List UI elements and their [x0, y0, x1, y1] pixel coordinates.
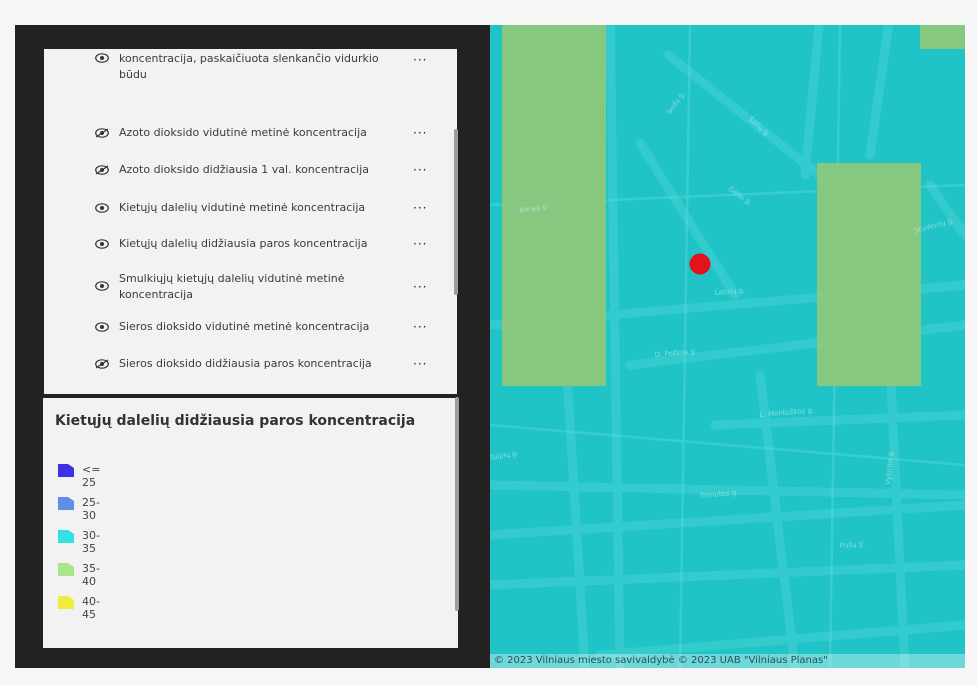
layer-list-panel: koncentracija, paskaičiuota slenkančio v…	[44, 49, 457, 394]
more-options-icon[interactable]: ···	[413, 236, 433, 252]
more-options-icon[interactable]: ···	[413, 125, 433, 141]
layer-label: Sieros dioksido vidutinė metinė koncentr…	[119, 320, 370, 333]
legend-swatch	[58, 464, 74, 477]
more-options-icon[interactable]: ···	[413, 200, 433, 216]
legend-title: Kietųjų dalelių didžiausia paros koncent…	[55, 413, 416, 429]
legend-label: 25-30	[82, 496, 100, 522]
more-options-icon[interactable]: ···	[413, 356, 433, 372]
eye-icon[interactable]	[95, 359, 109, 369]
map-attribution: © 2023 Vilniaus miesto savivaldybė © 202…	[490, 654, 965, 668]
eye-icon[interactable]	[95, 203, 109, 213]
concentration-zone	[502, 25, 606, 386]
map-canvas[interactable]: Sodų g. Gėlių g. Bėrąg g. Latvių g. D. P…	[490, 25, 965, 668]
eye-icon[interactable]	[95, 239, 109, 249]
concentration-zone	[817, 163, 921, 386]
legend-label: <= 25	[82, 463, 101, 489]
legend-swatch	[58, 596, 74, 609]
legend-swatch	[58, 497, 74, 510]
more-options-icon[interactable]: ···	[413, 319, 433, 335]
legend-panel: Kietųjų dalelių didžiausia paros koncent…	[43, 398, 458, 648]
layer-label: Azoto dioksido didžiausia 1 val. koncent…	[119, 163, 370, 176]
legend-label: 30-35	[82, 529, 100, 555]
eye-icon[interactable]	[95, 281, 109, 291]
legend-swatch	[58, 530, 74, 543]
layer-label: koncentracija, paskaičiuota slenkančio v…	[119, 52, 379, 81]
legend-scrollbar[interactable]	[455, 397, 459, 611]
more-options-icon[interactable]: ···	[413, 162, 433, 178]
layer-label: Kietųjų dalelių didžiausia paros koncent…	[119, 237, 368, 250]
eye-icon[interactable]	[95, 128, 109, 138]
layer-list-scrollbar[interactable]	[454, 129, 458, 295]
side-panel: koncentracija, paskaičiuota slenkančio v…	[15, 25, 490, 668]
more-options-icon[interactable]: ···	[413, 52, 433, 68]
legend-label: 40-45	[82, 595, 100, 621]
location-marker[interactable]	[689, 253, 711, 275]
legend-label: 35-40	[82, 562, 100, 588]
more-options-icon[interactable]: ···	[413, 279, 433, 295]
legend-swatch	[58, 563, 74, 576]
layer-label: Sieros dioksido didžiausia paros koncent…	[119, 357, 372, 370]
layer-label: Smulkiųjų kietųjų dalelių vidutinė metin…	[119, 272, 345, 301]
eye-icon[interactable]	[95, 322, 109, 332]
eye-icon[interactable]	[95, 165, 109, 175]
layer-label: Kietųjų dalelių vidutinė metinė koncentr…	[119, 201, 366, 214]
layer-label: Azoto dioksido vidutinė metinė koncentra…	[119, 126, 367, 139]
concentration-zone	[920, 25, 965, 49]
map-view[interactable]: Sodų g. Gėlių g. Bėrąg g. Latvių g. D. P…	[490, 25, 965, 668]
eye-icon[interactable]	[95, 53, 109, 63]
app-frame: koncentracija, paskaičiuota slenkančio v…	[15, 25, 965, 668]
